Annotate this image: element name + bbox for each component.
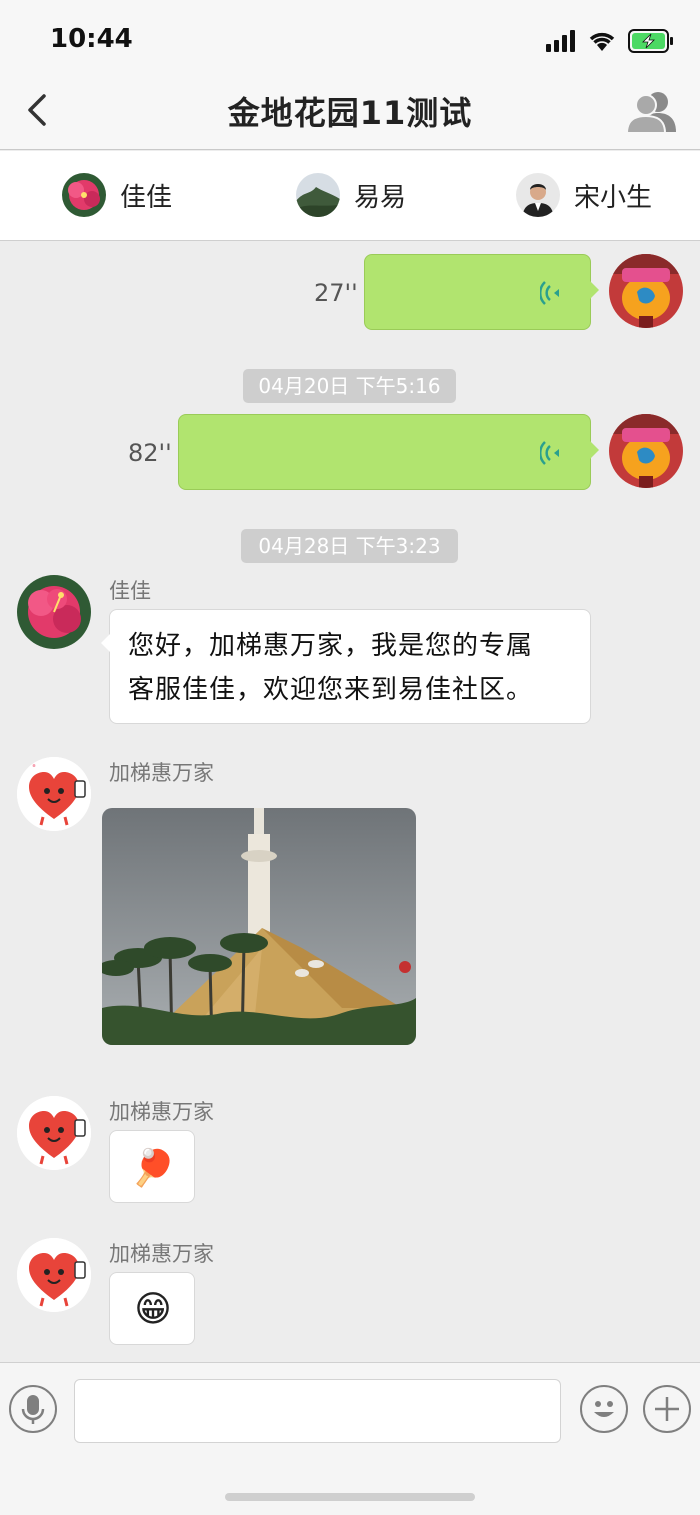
message-line: 您好，加梯惠万家，我是您的专属	[128, 631, 534, 661]
sender-name: 加梯惠万家	[109, 1242, 214, 1266]
member-item-songxiaosheng[interactable]: 宋小生	[516, 173, 652, 217]
sender-name: 加梯惠万家	[109, 761, 214, 785]
member-item-yiyi[interactable]: 易易	[296, 173, 406, 217]
grin-emoji-icon: 😁	[134, 1289, 172, 1330]
wifi-icon	[589, 32, 615, 51]
emoji-button[interactable]	[580, 1385, 628, 1433]
avatar[interactable]	[609, 254, 683, 328]
member-name: 佳佳	[120, 182, 173, 213]
timestamp: 04月20日 下午5:16	[243, 369, 456, 403]
top-bar: 10:44 金地花园11测试	[0, 0, 700, 150]
avatar[interactable]	[17, 757, 91, 831]
member-strip: 佳佳 易易 宋小生	[0, 151, 700, 241]
avatar[interactable]	[609, 414, 683, 488]
status-icons	[546, 28, 674, 54]
sticker-message[interactable]: 🏓	[109, 1130, 195, 1203]
avatar	[516, 173, 560, 217]
text-message[interactable]: 您好，加梯惠万家，我是您的专属 客服佳佳，欢迎您来到易佳社区。	[101, 609, 591, 724]
home-indicator	[225, 1493, 475, 1501]
avatar	[296, 173, 340, 217]
sender-name: 加梯惠万家	[109, 1100, 214, 1124]
more-button[interactable]	[643, 1385, 691, 1433]
voice-wave-icon	[540, 441, 559, 465]
message-text: 您好，加梯惠万家，我是您的专属 客服佳佳，欢迎您来到易佳社区。	[128, 624, 576, 712]
message-line: 客服佳佳，欢迎您来到易佳社区。	[128, 675, 534, 705]
voice-input-button[interactable]	[9, 1385, 57, 1433]
avatar[interactable]	[17, 1096, 91, 1170]
member-item-jiajia[interactable]: 佳佳	[62, 173, 172, 217]
voice-message[interactable]	[364, 254, 599, 330]
member-name: 易易	[354, 182, 407, 213]
ping-pong-icon: 🏓	[130, 1147, 176, 1189]
battery-icon	[628, 29, 673, 53]
signal-icon	[546, 30, 575, 52]
voice-duration: 27''	[314, 279, 358, 307]
microphone-icon	[21, 1395, 45, 1424]
sticker-message[interactable]: 😁	[109, 1272, 195, 1345]
sender-name: 佳佳	[109, 579, 151, 603]
group-members-icon[interactable]	[626, 88, 676, 134]
avatar[interactable]	[17, 1238, 91, 1312]
voice-wave-icon	[540, 281, 559, 305]
voice-message[interactable]	[178, 414, 599, 490]
member-name: 宋小生	[574, 182, 653, 213]
timestamp: 04月28日 下午3:23	[241, 529, 458, 563]
image-message[interactable]	[102, 808, 416, 1045]
message-input[interactable]	[74, 1379, 561, 1443]
emoji-icon	[594, 1401, 614, 1417]
status-time: 10:44	[50, 24, 133, 54]
chat-area[interactable]: 27'' 04月20日 下午5:16 82'' 04月28日 下午3:23 佳佳…	[0, 241, 700, 1362]
voice-duration: 82''	[128, 439, 172, 467]
avatar[interactable]	[17, 575, 91, 649]
page-title: 金地花园11测试	[227, 94, 473, 132]
avatar	[62, 173, 106, 217]
plus-icon	[655, 1397, 679, 1421]
